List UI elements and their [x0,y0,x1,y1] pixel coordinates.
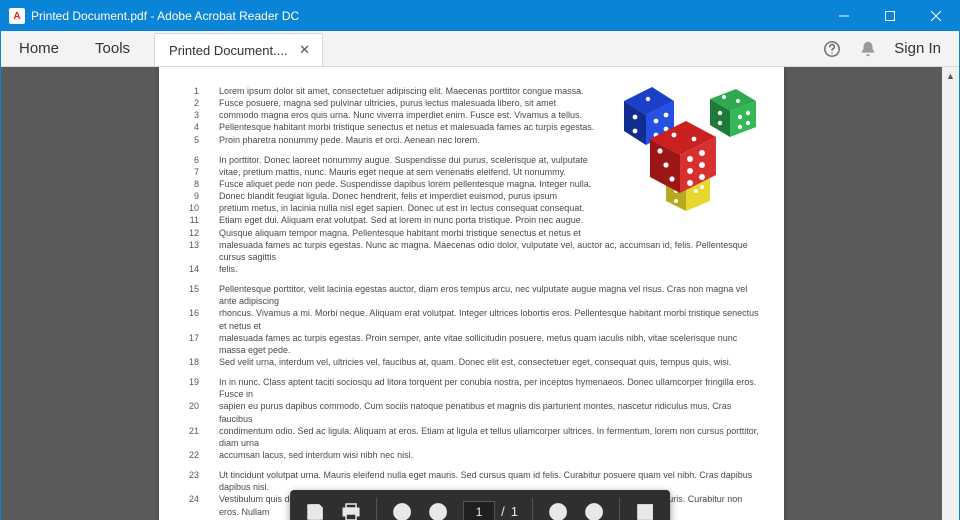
doc-line: 13 malesuada fames ac turpis egestas. Nun… [181,239,762,263]
line-number: 24 [181,493,199,517]
close-button[interactable] [913,1,959,31]
line-number: 12 [181,227,199,239]
line-number: 23 [181,469,199,493]
line-number: 14 [181,263,199,275]
line-number: 9 [181,190,199,202]
line-number: 3 [181,109,199,121]
scroll-up-icon[interactable]: ▲ [942,67,959,84]
line-text: Quisque aliquam tempor magna. Pellentesq… [219,227,762,239]
tab-close-icon[interactable]: ✕ [298,43,312,57]
line-text: Sed velit urna, interdum vel, ultricies … [219,356,762,368]
print-icon[interactable] [340,501,362,520]
doc-line: 16 rhoncus. Vivamus a mi. Morbi neque. Al… [181,307,762,331]
line-number: 6 [181,154,199,166]
doc-line: 15 Pellentesque porttitor, velit lacinia … [181,283,762,307]
doc-line: 22 accumsan lacus, sed interdum wisi nibh… [181,449,762,461]
page-sep: / [501,504,505,519]
prev-page-icon[interactable] [391,501,413,520]
line-text: malesuada fames ac turpis egestas. Proin… [219,332,762,356]
line-text: malesuada fames ac turpis egestas. Nunc … [219,239,762,263]
content-area: 1Lorem ipsum dolor sit amet, consectetue… [1,67,959,520]
dice-image [606,81,766,221]
line-number: 1 [181,85,199,97]
tabstrip: Printed Document.... ✕ [154,31,323,66]
document-tab[interactable]: Printed Document.... ✕ [154,33,323,66]
titlebar: A Printed Document.pdf - Adobe Acrobat R… [1,1,959,31]
line-number: 18 [181,356,199,368]
line-number: 8 [181,178,199,190]
page-viewport[interactable]: 1Lorem ipsum dolor sit amet, consectetue… [1,67,942,520]
doc-line: 20 sapien eu purus dapibus commodo. Cum s… [181,400,762,424]
tools-button[interactable]: Tools [77,40,148,57]
line-text: sapien eu purus dapibus commodo. Cum soc… [219,400,762,424]
line-text: In in nunc. Class aptent taciti sociosqu… [219,376,762,400]
line-number: 2 [181,97,199,109]
toolbar: Home Tools Printed Document.... ✕ Sign I… [1,31,959,67]
doc-line: 17 malesuada fames ac turpis egestas. Pro… [181,332,762,356]
line-number: 13 [181,239,199,263]
minimize-button[interactable] [821,1,867,31]
line-text: condimentum odio. Sed ac ligula. Aliquam… [219,425,762,449]
line-number: 11 [181,214,199,226]
notifications-icon[interactable] [858,39,878,59]
tab-label: Printed Document.... [169,43,288,58]
line-number: 20 [181,400,199,424]
page-total: 1 [511,504,518,519]
line-number: 22 [181,449,199,461]
doc-line: 14 felis. [181,263,762,275]
zoom-out-icon[interactable] [547,501,569,520]
next-page-icon[interactable] [427,501,449,520]
pdf-page: 1Lorem ipsum dolor sit amet, consectetue… [159,67,784,520]
window-title: Printed Document.pdf - Adobe Acrobat Rea… [31,9,299,23]
line-text: accumsan lacus, sed interdum wisi nibh n… [219,449,762,461]
help-icon[interactable] [822,39,842,59]
toolbar-separator [376,498,377,520]
doc-line: 19 In in nunc. Class aptent taciti socios… [181,376,762,400]
line-text: Pellentesque porttitor, velit lacinia eg… [219,283,762,307]
toolbar-separator [532,498,533,520]
line-number: 7 [181,166,199,178]
doc-line: 21 condimentum odio. Sed ac ligula. Aliqu… [181,425,762,449]
sign-in-button[interactable]: Sign In [894,40,941,57]
line-number: 15 [181,283,199,307]
page-indicator: / 1 [463,501,518,520]
doc-line: 18 Sed velit urna, interdum vel, ultricie… [181,356,762,368]
zoom-in-icon[interactable] [583,501,605,520]
maximize-button[interactable] [867,1,913,31]
save-icon[interactable] [304,501,326,520]
line-number: 4 [181,121,199,133]
line-number: 17 [181,332,199,356]
line-number: 21 [181,425,199,449]
page-number-input[interactable] [463,501,495,520]
line-number: 16 [181,307,199,331]
vertical-scrollbar[interactable]: ▲ ▼ [942,67,959,520]
line-text: rhoncus. Vivamus a mi. Morbi neque. Aliq… [219,307,762,331]
floating-toolbar: / 1 [290,490,670,520]
fit-page-icon[interactable] [634,501,656,520]
toolbar-separator [619,498,620,520]
line-number: 5 [181,134,199,146]
home-button[interactable]: Home [1,40,77,57]
app-window: A Printed Document.pdf - Adobe Acrobat R… [0,0,960,520]
doc-line: 12 Quisque aliquam tempor magna. Pellente… [181,227,762,239]
line-number: 19 [181,376,199,400]
line-number: 10 [181,202,199,214]
acrobat-icon: A [9,8,25,24]
line-text: felis. [219,263,762,275]
